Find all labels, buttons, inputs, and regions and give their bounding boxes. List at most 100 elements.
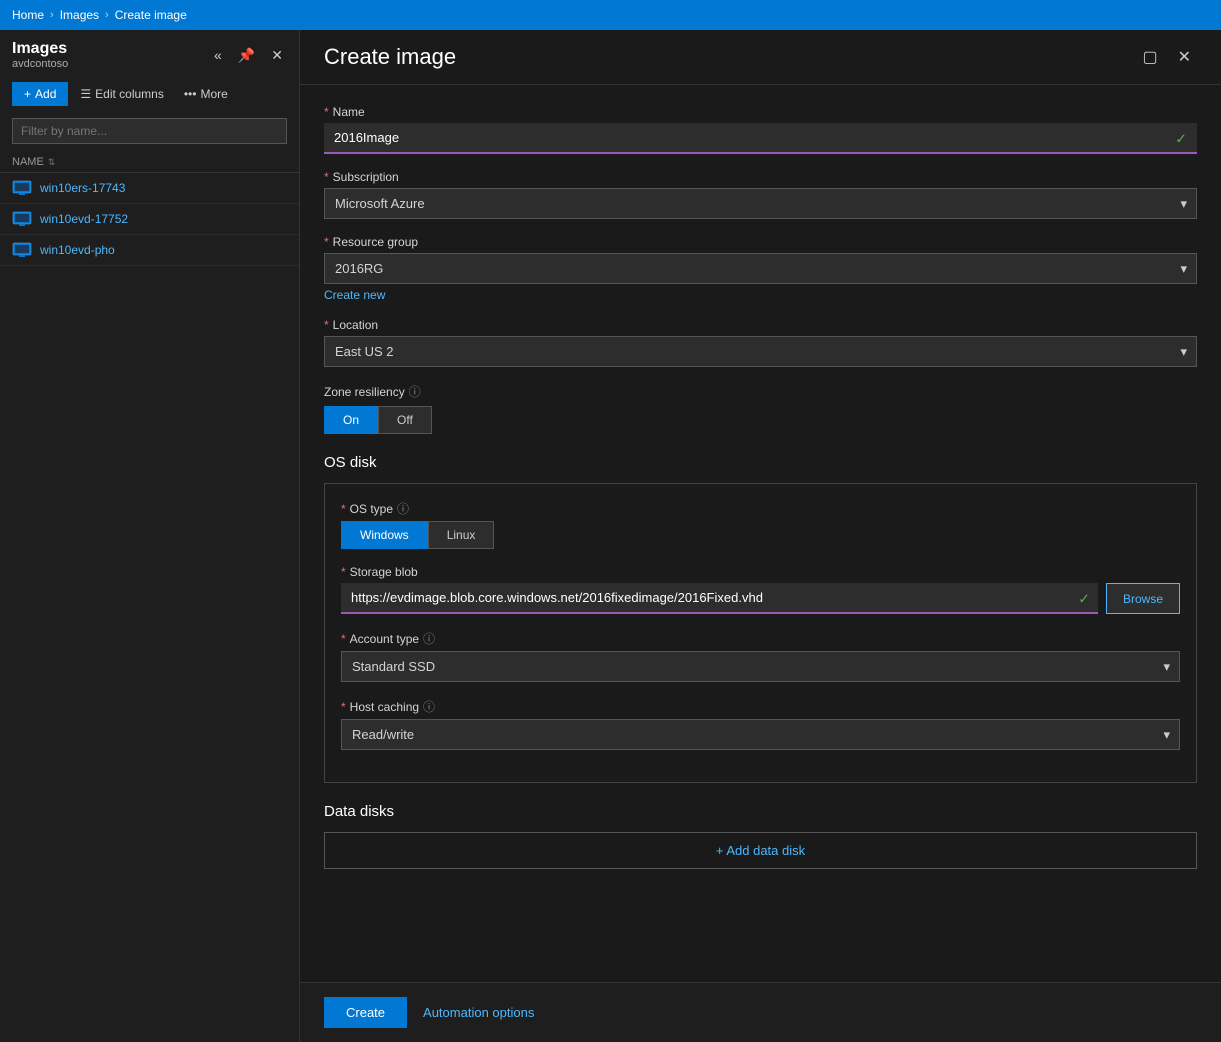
zone-on-button[interactable]: On [324,406,378,434]
data-disks-header: Data disks [324,803,1197,820]
more-button[interactable]: ••• More [176,82,236,106]
name-col-label: NAME [12,156,44,168]
more-label: More [200,87,227,101]
subscription-select-wrapper: Microsoft Azure [324,188,1197,219]
vm-icon [12,242,32,258]
os-windows-button[interactable]: Windows [341,521,428,549]
close-sidebar-button[interactable]: ✕ [267,45,287,66]
add-button[interactable]: + Add [12,82,68,106]
breadcrumb-images[interactable]: Images [60,8,99,22]
name-field: * Name ✓ [324,105,1197,154]
os-type-label: OS type [350,502,393,516]
host-caching-select[interactable]: Read/write [341,719,1180,750]
host-caching-select-wrapper: Read/write [341,719,1180,750]
required-star: * [324,318,329,332]
zone-info-icon: ⓘ [409,383,421,400]
account-type-select[interactable]: Standard SSD [341,651,1180,682]
dots-icon: ••• [184,87,197,101]
collapse-button[interactable]: « [210,45,226,65]
zone-resiliency-label: Zone resiliency [324,385,405,399]
location-select[interactable]: East US 2 [324,336,1197,367]
breadcrumb-bar: Home › Images › Create image [0,0,1221,30]
os-type-field: * OS type ⓘ Windows Linux [341,500,1180,549]
item-label: win10evd-17752 [40,212,128,226]
location-label: Location [333,318,378,332]
list-item[interactable]: win10ers-17743 [0,173,299,204]
item-label: win10evd-pho [40,243,115,257]
vm-icon [12,211,32,227]
host-caching-label: Host caching [350,700,419,714]
sidebar-col-header: NAME ⇅ [0,148,299,173]
os-disk-header: OS disk [324,454,1197,471]
name-input-wrapper: ✓ [324,123,1197,154]
breadcrumb-current: Create image [115,8,187,22]
plus-icon: + [24,87,31,101]
sort-icon: ⇅ [48,157,56,168]
resource-group-select-wrapper: 2016RG [324,253,1197,284]
account-type-info-icon: ⓘ [423,630,435,647]
account-type-label: Account type [350,632,419,646]
create-image-panel: Create image ▢ ✕ * Name ✓ * [300,30,1221,1042]
breadcrumb-home[interactable]: Home [12,8,44,22]
item-label: win10ers-17743 [40,181,125,195]
subscription-field: * Subscription Microsoft Azure [324,170,1197,219]
sidebar-title: Images [12,40,68,58]
zone-off-button[interactable]: Off [378,406,432,434]
sidebar-toolbar: + Add ☰ Edit columns ••• More [0,74,299,114]
sidebar-list: win10ers-17743 win10evd-17752 win10evd-p… [0,173,299,1042]
required-star: * [341,632,346,646]
panel-header-icons: ▢ ✕ [1136,45,1197,69]
resource-group-field: * Resource group 2016RG Create new [324,235,1197,302]
edit-columns-label: Edit columns [95,87,164,101]
add-data-disk-button[interactable]: + Add data disk [324,832,1197,869]
panel-footer: Create Automation options [300,982,1221,1042]
os-disk-section: * OS type ⓘ Windows Linux * Storage blob [324,483,1197,783]
maximize-button[interactable]: ▢ [1136,45,1163,69]
required-star: * [341,565,346,579]
panel-title: Create image [324,44,456,70]
panel-content: * Name ✓ * Subscription Microsoft Azure [300,85,1221,982]
breadcrumb-sep1: › [50,9,54,21]
list-item[interactable]: win10evd-pho [0,235,299,266]
name-check-icon: ✓ [1175,130,1187,147]
storage-blob-label: Storage blob [350,565,418,579]
resource-group-select[interactable]: 2016RG [324,253,1197,284]
required-star: * [341,700,346,714]
edit-columns-button[interactable]: ☰ Edit columns [72,82,171,106]
os-linux-button[interactable]: Linux [428,521,495,549]
close-panel-button[interactable]: ✕ [1172,45,1197,69]
add-label: Add [35,87,56,101]
browse-button[interactable]: Browse [1106,583,1180,614]
zone-resiliency-field: Zone resiliency ⓘ On Off [324,383,1197,434]
required-star: * [324,105,329,119]
create-button[interactable]: Create [324,997,407,1028]
host-caching-field: * Host caching ⓘ Read/write [341,698,1180,750]
required-star: * [324,170,329,184]
location-select-wrapper: East US 2 [324,336,1197,367]
subscription-select[interactable]: Microsoft Azure [324,188,1197,219]
storage-blob-field: * Storage blob ✓ Browse [341,565,1180,614]
resource-group-label: Resource group [333,235,418,249]
breadcrumb-sep2: › [105,9,109,21]
blob-input-wrapper: ✓ [341,583,1098,614]
filter-input[interactable] [12,118,287,144]
required-star: * [324,235,329,249]
blob-row: ✓ Browse [341,583,1180,614]
name-label: Name [333,105,365,119]
list-item[interactable]: win10evd-17752 [0,204,299,235]
create-new-link[interactable]: Create new [324,288,385,302]
required-star: * [341,502,346,516]
panel-header: Create image ▢ ✕ [300,30,1221,85]
storage-blob-input[interactable] [341,583,1098,614]
account-type-field: * Account type ⓘ Standard SSD [341,630,1180,682]
sidebar-subtitle: avdcontoso [12,58,68,70]
zone-toggle-group: On Off [324,406,1197,434]
name-input[interactable] [324,123,1197,154]
pin-button[interactable]: 📌 [234,45,259,66]
sidebar-header: Images avdcontoso « 📌 ✕ [0,30,299,74]
automation-options-link[interactable]: Automation options [423,1005,534,1020]
subscription-label: Subscription [333,170,399,184]
host-caching-info-icon: ⓘ [423,698,435,715]
os-type-toggle-group: Windows Linux [341,521,1180,549]
os-type-info-icon: ⓘ [397,500,409,517]
